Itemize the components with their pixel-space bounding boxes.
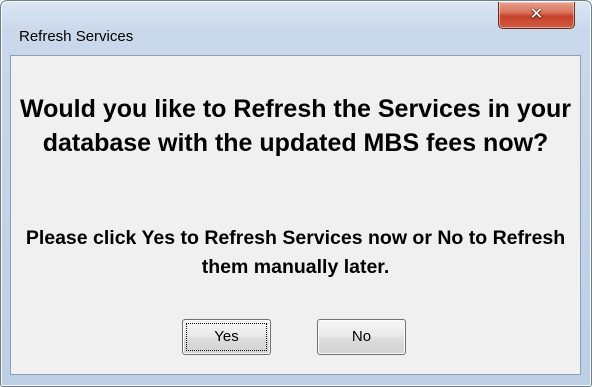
dialog-title: Refresh Services: [19, 28, 134, 45]
no-button[interactable]: No: [317, 319, 406, 355]
instruction-text: Please click Yes to Refresh Services now…: [25, 227, 566, 278]
close-button[interactable]: ✕: [498, 2, 575, 29]
yes-button[interactable]: Yes: [182, 319, 271, 355]
title-bar[interactable]: ✕: [1, 1, 591, 29]
close-icon: ✕: [529, 4, 544, 23]
question-text: Would you like to Refresh the Services i…: [19, 95, 572, 157]
dialog-window: ✕ Refresh Services Would you like to Ref…: [0, 0, 592, 387]
dialog-body: Would you like to Refresh the Services i…: [10, 55, 581, 375]
